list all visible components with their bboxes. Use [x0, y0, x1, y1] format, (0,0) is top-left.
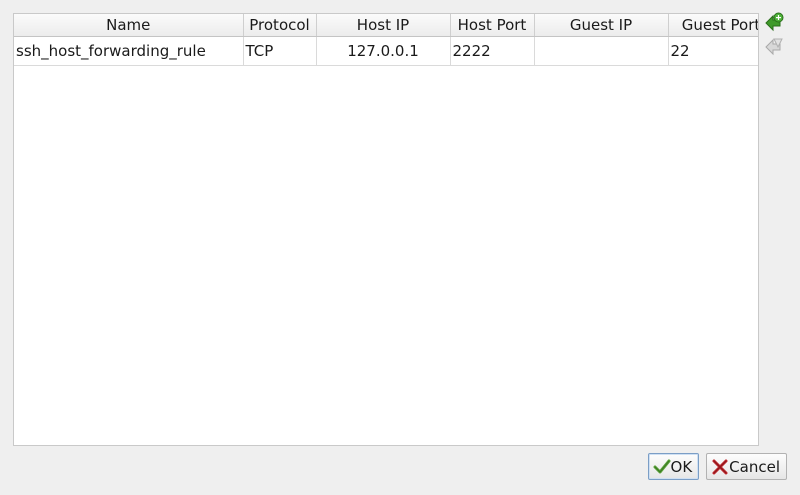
column-header-host-ip[interactable]: Host IP	[316, 14, 451, 37]
cancel-label: Cancel	[729, 457, 780, 476]
cell-guest-port[interactable]: 22	[668, 36, 758, 66]
cell-guest-ip[interactable]	[534, 36, 669, 66]
remove-rule-button[interactable]	[763, 37, 785, 59]
add-rule-button[interactable]	[763, 11, 785, 37]
cell-name[interactable]: ssh_host_forwarding_rule	[14, 36, 244, 66]
ok-check-icon	[653, 458, 671, 476]
cancel-button[interactable]: Cancel	[706, 453, 787, 480]
table-header-row: Name Protocol Host IP Host Port Guest IP…	[14, 14, 758, 37]
rule-tools	[763, 11, 787, 59]
ok-button[interactable]: OK	[647, 453, 700, 480]
cell-host-ip[interactable]: 127.0.0.1	[316, 36, 451, 66]
cell-protocol[interactable]: TCP	[243, 36, 317, 66]
column-header-guest-ip[interactable]: Guest IP	[534, 14, 669, 37]
column-header-guest-port[interactable]: Guest Port	[668, 14, 758, 37]
column-header-name[interactable]: Name	[14, 14, 244, 37]
port-forwarding-dialog: Name Protocol Host IP Host Port Guest IP…	[0, 0, 800, 495]
cell-host-port[interactable]: 2222	[450, 36, 535, 66]
ok-label: OK	[670, 457, 693, 476]
cancel-x-icon	[711, 458, 729, 476]
add-rule-icon	[763, 11, 785, 37]
dialog-button-box: OK Cancel	[647, 453, 787, 480]
table-row[interactable]: ssh_host_forwarding_rule TCP 127.0.0.1 2…	[14, 36, 758, 66]
column-header-protocol[interactable]: Protocol	[243, 14, 317, 37]
remove-rule-icon	[763, 35, 785, 61]
rules-table: Name Protocol Host IP Host Port Guest IP…	[14, 14, 758, 66]
rules-table-view[interactable]: Name Protocol Host IP Host Port Guest IP…	[13, 13, 759, 446]
column-header-host-port[interactable]: Host Port	[450, 14, 535, 37]
